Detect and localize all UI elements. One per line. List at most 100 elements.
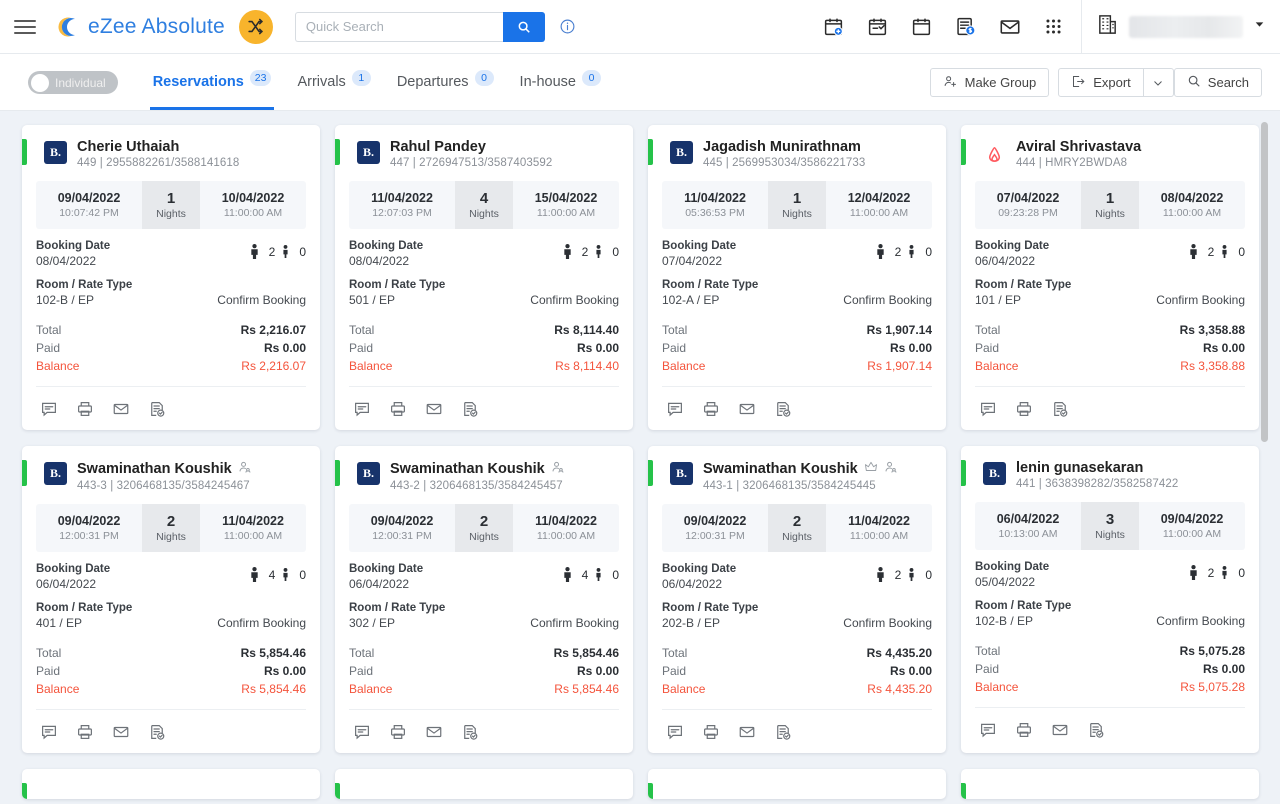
guest-name[interactable]: Swaminathan Koushik [390,460,565,478]
shuffle-icon[interactable] [239,10,273,44]
print-icon[interactable] [72,396,98,422]
print-icon[interactable] [1011,717,1037,743]
reservation-card[interactable]: Aviral Shrivastava444 | HMRY2BWDA807/04/… [961,125,1259,430]
booking-date-row: Booking Date05/04/202220 [975,561,1245,589]
search-input[interactable] [295,12,503,42]
guest-name[interactable]: Swaminathan Koushik [703,460,898,478]
booking-status: Confirm Booking [1156,293,1245,307]
reservation-card[interactable]: B.Swaminathan Koushik443-2 | 3206468135/… [335,446,633,753]
balance-label: Balance [349,682,392,696]
email-icon[interactable] [421,396,447,422]
check-in-date: 06/04/2022 [997,512,1060,526]
booking-date-row: Booking Date08/04/202220 [36,240,306,268]
comment-icon[interactable] [349,396,375,422]
comment-icon[interactable] [36,396,62,422]
comment-icon[interactable] [975,717,1001,743]
export-button[interactable]: Export [1058,68,1144,97]
print-icon[interactable] [698,396,724,422]
comment-icon[interactable] [662,719,688,745]
search-button[interactable]: Search [1174,68,1262,97]
hamburger-icon[interactable] [14,16,36,38]
tab-arrivals[interactable]: Arrivals 1 [284,54,383,110]
comment-icon[interactable] [975,396,1001,422]
folio-check-icon[interactable] [1047,396,1073,422]
brand-logo[interactable]: eZee Absolute [54,14,225,40]
folio-check-icon[interactable] [457,719,483,745]
guest-name[interactable]: Jagadish Munirathnam [703,139,865,155]
email-icon[interactable] [1047,717,1073,743]
print-icon[interactable] [1011,396,1037,422]
search-submit-button[interactable] [503,12,545,42]
child-icon [281,568,290,581]
calendar-icon[interactable] [911,16,932,37]
balance-value: Rs 3,358.88 [1180,359,1245,373]
reservation-card[interactable]: B.lenin gunasekaran441 | 3638398282/3582… [961,446,1259,753]
nights-box: 2Nights [142,504,200,552]
apps-grid-icon[interactable] [1044,17,1063,36]
check-out: 09/04/202211:00:00 AM [1139,502,1245,550]
export-chevron-down-icon[interactable] [1144,68,1174,97]
print-icon[interactable] [72,719,98,745]
room-rate-value: 202-B / EP [662,616,758,630]
guest-name[interactable]: lenin gunasekaran [1016,460,1178,476]
folio-check-icon[interactable] [144,396,170,422]
check-out-date: 10/04/2022 [222,191,285,205]
individual-toggle[interactable]: Individual [28,71,118,94]
tab-label: In-house [520,74,576,90]
email-icon[interactable] [734,719,760,745]
total-label: Total [662,323,687,337]
comment-icon[interactable] [36,719,62,745]
reservation-card[interactable]: B.Cherie Uthaiah449 | 2955882261/3588141… [22,125,320,430]
envelope-icon[interactable] [999,16,1021,38]
check-in-time: 12:00:31 PM [685,530,745,542]
nights-count: 2 [480,513,488,530]
folio-check-icon[interactable] [144,719,170,745]
folio-check-icon[interactable] [770,719,796,745]
print-icon[interactable] [385,396,411,422]
email-icon[interactable] [421,719,447,745]
reservation-card[interactable] [335,769,633,799]
booking-status: Confirm Booking [843,616,932,630]
email-icon[interactable] [734,396,760,422]
calendar-add-icon[interactable] [823,16,844,37]
print-icon[interactable] [385,719,411,745]
reservation-card[interactable]: B.Rahul Pandey447 | 2726947513/358740359… [335,125,633,430]
folio-check-icon[interactable] [457,396,483,422]
room-rate-label: Room / Rate Type [349,602,445,614]
guest-name[interactable]: Swaminathan Koushik [77,460,252,478]
folio-check-icon[interactable] [770,396,796,422]
comment-icon[interactable] [349,719,375,745]
reservation-card[interactable]: B.Jagadish Munirathnam445 | 2569953034/3… [648,125,946,430]
reservation-card[interactable] [961,769,1259,799]
check-out-time: 11:00:00 AM [224,530,282,542]
invoice-dollar-icon[interactable] [955,16,976,37]
guest-name[interactable]: Rahul Pandey [390,139,552,155]
folio-check-icon[interactable] [1083,717,1109,743]
email-icon[interactable] [108,396,134,422]
email-icon[interactable] [108,719,134,745]
info-icon[interactable] [559,18,576,35]
reservation-card[interactable] [22,769,320,799]
booking-date-value: 06/04/2022 [975,254,1049,268]
chevron-down-icon[interactable] [1253,18,1266,36]
tab-list: Reservations 23 Arrivals 1 Departures 0 … [140,54,614,110]
property-selector[interactable] [1082,13,1280,41]
total-value: Rs 5,075.28 [1180,644,1245,658]
tab-in-house[interactable]: In-house 0 [507,54,614,110]
comment-icon[interactable] [662,396,688,422]
vertical-scrollbar[interactable] [1261,122,1268,442]
calendar-check-icon[interactable] [867,16,888,37]
reservation-card[interactable] [648,769,946,799]
balance-value: Rs 4,435.20 [867,682,932,696]
reservation-card[interactable]: B.Swaminathan Koushik443-3 | 3206468135/… [22,446,320,753]
make-group-button[interactable]: Make Group [930,68,1050,97]
tab-departures[interactable]: Departures 0 [384,54,507,110]
booking-date-row: Booking Date06/04/202240 [349,563,619,591]
tab-label: Departures [397,74,469,90]
guest-name[interactable]: Cherie Uthaiah [77,139,239,155]
tab-reservations[interactable]: Reservations 23 [140,54,285,110]
guest-name[interactable]: Aviral Shrivastava [1016,139,1141,155]
print-icon[interactable] [698,719,724,745]
balance-row: BalanceRs 3,358.88 [975,357,1245,375]
reservation-card[interactable]: B.Swaminathan Koushik443-1 | 3206468135/… [648,446,946,753]
